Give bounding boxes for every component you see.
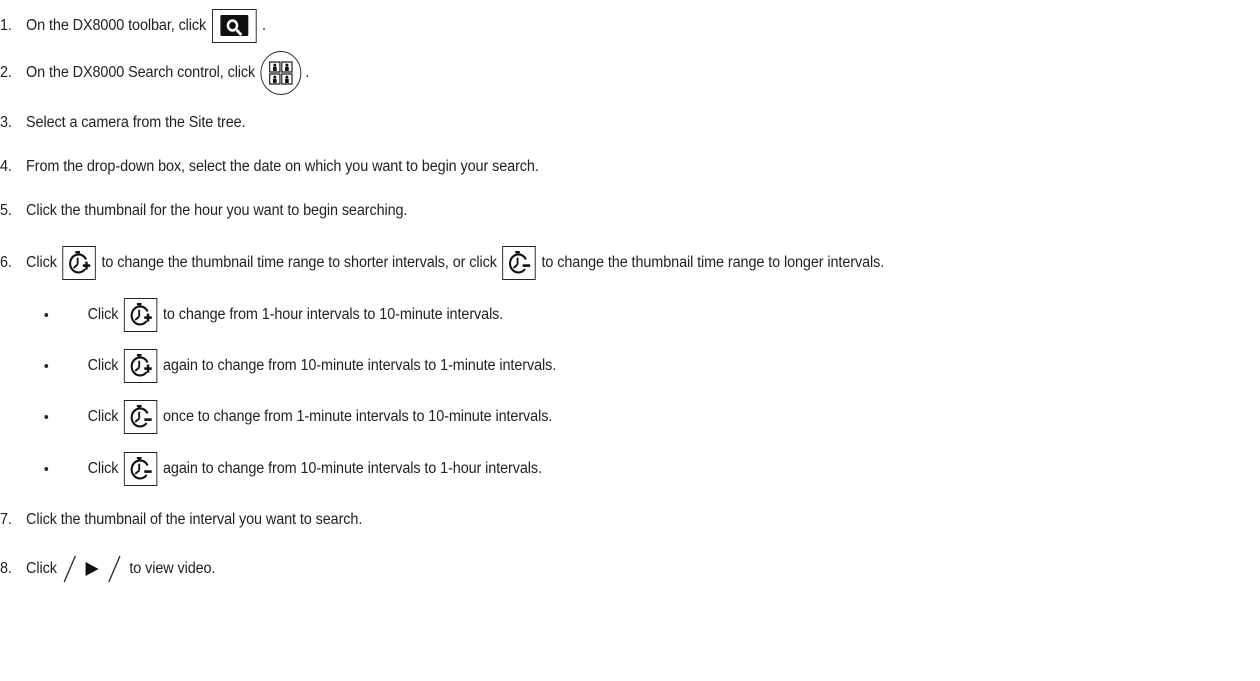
bullet-mark: • bbox=[43, 408, 49, 426]
step-text-end: to view video. bbox=[129, 560, 216, 577]
step-text: On the DX8000 toolbar, click bbox=[26, 17, 207, 34]
step-2: 2. On the DX8000 Search control, click . bbox=[0, 51, 309, 95]
bullet-text: once to change from 1-minute intervals t… bbox=[162, 408, 553, 425]
step-8: 8. Click to view video. bbox=[0, 551, 215, 587]
step-text: Click the thumbnail of the interval you … bbox=[26, 511, 363, 528]
step-number: 2. bbox=[0, 64, 12, 81]
step-text: Select a camera from the Site tree. bbox=[26, 114, 246, 131]
step-text: From the drop-down box, select the date … bbox=[26, 158, 539, 175]
time-range-zoom-out-icon[interactable] bbox=[502, 246, 536, 280]
time-range-zoom-in-icon[interactable] bbox=[62, 246, 96, 280]
time-range-zoom-out-icon[interactable] bbox=[123, 400, 158, 434]
time-range-zoom-in-icon[interactable] bbox=[123, 349, 158, 383]
bullet-item: • Click once to change from 1-minute int… bbox=[42, 399, 552, 435]
step-text: to change the thumbnail time range to sh… bbox=[101, 254, 497, 271]
step-text-end: . bbox=[305, 64, 310, 81]
step-3: 3. Select a camera from the Site tree. bbox=[0, 105, 246, 141]
step-text: On the DX8000 Search control, click bbox=[26, 64, 256, 81]
bullet-text: Click bbox=[87, 357, 119, 374]
bullet-mark: • bbox=[43, 357, 49, 375]
bullet-item: • Click again to change from 10-minute i… bbox=[42, 348, 556, 384]
bullet-item: • Click to change from 1-hour intervals … bbox=[42, 297, 503, 333]
bullet-text: Click bbox=[87, 460, 119, 477]
instructions-document: 1. On the DX8000 toolbar, click . 2. On … bbox=[0, 0, 1260, 681]
bullet-text: Click bbox=[87, 306, 119, 323]
step-number: 4. bbox=[0, 158, 12, 175]
step-5: 5. Click the thumbnail for the hour you … bbox=[0, 193, 407, 229]
bullet-text: Click bbox=[87, 408, 119, 425]
step-text-end: . bbox=[261, 17, 266, 34]
step-number: 3. bbox=[0, 114, 12, 131]
search-toolbar-icon[interactable] bbox=[211, 9, 257, 43]
step-6: 6. Click to change the thumbnail time ra… bbox=[0, 245, 884, 281]
bullet-text: again to change from 10-minute intervals… bbox=[162, 357, 557, 374]
step-4: 4. From the drop-down box, select the da… bbox=[0, 149, 539, 185]
step-text: Click bbox=[26, 254, 57, 271]
bullet-mark: • bbox=[43, 306, 49, 324]
bullet-item: • Click again to change from 10-minute i… bbox=[42, 451, 542, 487]
step-number: 8. bbox=[0, 560, 12, 577]
step-number: 1. bbox=[0, 17, 12, 34]
bullet-text: to change from 1-hour intervals to 10-mi… bbox=[162, 306, 504, 323]
step-text-end: to change the thumbnail time range to lo… bbox=[541, 254, 885, 271]
step-1: 1. On the DX8000 toolbar, click . bbox=[0, 8, 266, 44]
bullet-mark: • bbox=[43, 460, 49, 478]
step-number: 5. bbox=[0, 202, 12, 219]
step-number: 6. bbox=[0, 254, 12, 271]
step-text: Click bbox=[26, 560, 57, 577]
play-icon[interactable] bbox=[62, 554, 123, 584]
thumbnail-search-icon[interactable] bbox=[260, 51, 302, 95]
step-number: 7. bbox=[0, 511, 12, 528]
step-text: Click the thumbnail for the hour you wan… bbox=[26, 202, 408, 219]
step-7: 7. Click the thumbnail of the interval y… bbox=[0, 502, 362, 538]
time-range-zoom-out-icon[interactable] bbox=[123, 452, 158, 486]
bullet-text: again to change from 10-minute intervals… bbox=[162, 460, 542, 477]
time-range-zoom-in-icon[interactable] bbox=[123, 298, 158, 332]
